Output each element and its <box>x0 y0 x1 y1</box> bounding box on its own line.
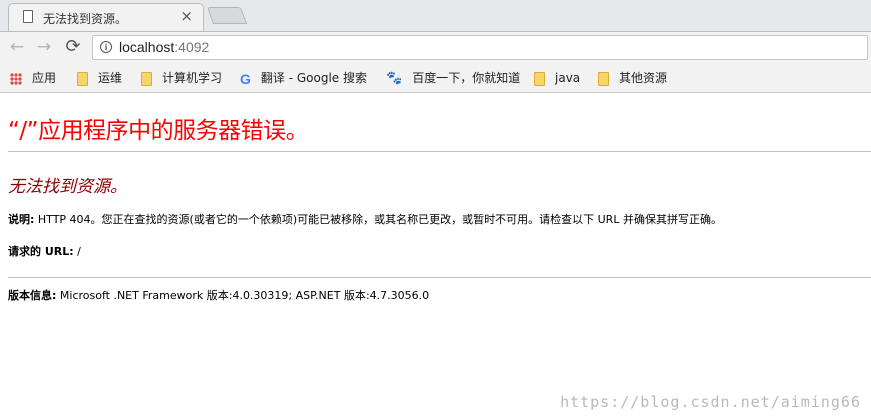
tab-title: 无法找到资源。 <box>43 12 128 26</box>
folder-icon <box>598 71 609 86</box>
close-icon[interactable]: × <box>180 7 193 25</box>
address-bar[interactable]: i localhost:4092 <box>92 35 868 60</box>
requested-url-value: / <box>73 245 81 258</box>
tab-strip: 无法找到资源。 × <box>0 0 871 32</box>
info-icon[interactable]: i <box>100 41 112 53</box>
server-error-heading: “/”应用程序中的服务器错误。 <box>8 118 309 144</box>
version-text: Microsoft .NET Framework 版本:4.0.30319; A… <box>56 289 430 302</box>
bookmark-label: 计算机学习 <box>162 71 223 85</box>
reload-icon[interactable]: ⟳ <box>62 36 84 58</box>
divider <box>8 277 871 278</box>
back-arrow-icon[interactable]: ← <box>6 36 28 58</box>
url-text[interactable]: localhost:4092 <box>119 39 209 55</box>
bookmark-apps[interactable]: 应用 <box>10 69 56 87</box>
folder-icon <box>141 71 152 86</box>
requested-url-label: 请求的 URL: <box>8 245 74 258</box>
toolbar: ← → ⟳ i localhost:4092 <box>0 31 871 63</box>
page-icon <box>23 10 33 23</box>
bookmark-folder-ops[interactable]: 运维 <box>77 69 122 87</box>
bookmark-label: java <box>555 71 581 85</box>
version-label: 版本信息: <box>8 289 57 302</box>
description-text: HTTP 404。您正在查找的资源(或者它的一个依赖项)可能已被移除，或其名称已… <box>34 213 722 226</box>
bookmark-label: 运维 <box>98 71 123 85</box>
description-label: 说明: <box>8 213 35 226</box>
watermark: https://blog.csdn.net/aiming66 <box>560 393 861 411</box>
apps-icon <box>10 72 22 85</box>
resource-error-heading: 无法找到资源。 <box>8 177 127 197</box>
bookmark-folder-cs[interactable]: 计算机学习 <box>141 69 222 87</box>
new-tab-button[interactable] <box>206 7 248 24</box>
baidu-paw-icon: 🐾 <box>386 70 403 86</box>
error-description: 说明: HTTP 404。您正在查找的资源(或者它的一个依赖项)可能已被移除，或… <box>8 211 722 227</box>
url-port: :4092 <box>174 39 210 55</box>
bookmark-baidu[interactable]: 🐾 百度一下，你就知道 <box>386 69 520 87</box>
page-content: “/”应用程序中的服务器错误。 无法找到资源。 说明: HTTP 404。您正在… <box>0 93 871 419</box>
requested-url: 请求的 URL: / <box>8 243 81 259</box>
url-host: localhost <box>119 39 175 55</box>
bookmark-label: 翻译 - Google 搜索 <box>260 71 367 85</box>
bookmarks-bar: 应用 运维 计算机学习 G 翻译 - Google 搜索 🐾 百度一下，你就知道 j… <box>0 63 871 93</box>
google-icon: G <box>240 70 251 87</box>
bookmark-google-translate[interactable]: G 翻译 - Google 搜索 <box>240 69 367 87</box>
bookmark-label: 应用 <box>32 71 57 85</box>
bookmark-folder-java[interactable]: java <box>534 69 580 87</box>
forward-arrow-icon[interactable]: → <box>33 36 55 58</box>
bookmark-folder-other[interactable]: 其他资源 <box>598 69 667 87</box>
version-info: 版本信息: Microsoft .NET Framework 版本:4.0.30… <box>8 287 429 303</box>
bookmark-label: 其他资源 <box>619 71 668 85</box>
divider <box>8 151 871 152</box>
folder-icon <box>77 71 88 86</box>
tab-active[interactable]: 无法找到资源。 × <box>8 3 204 32</box>
bookmark-label: 百度一下，你就知道 <box>412 71 521 85</box>
folder-icon <box>534 71 545 86</box>
